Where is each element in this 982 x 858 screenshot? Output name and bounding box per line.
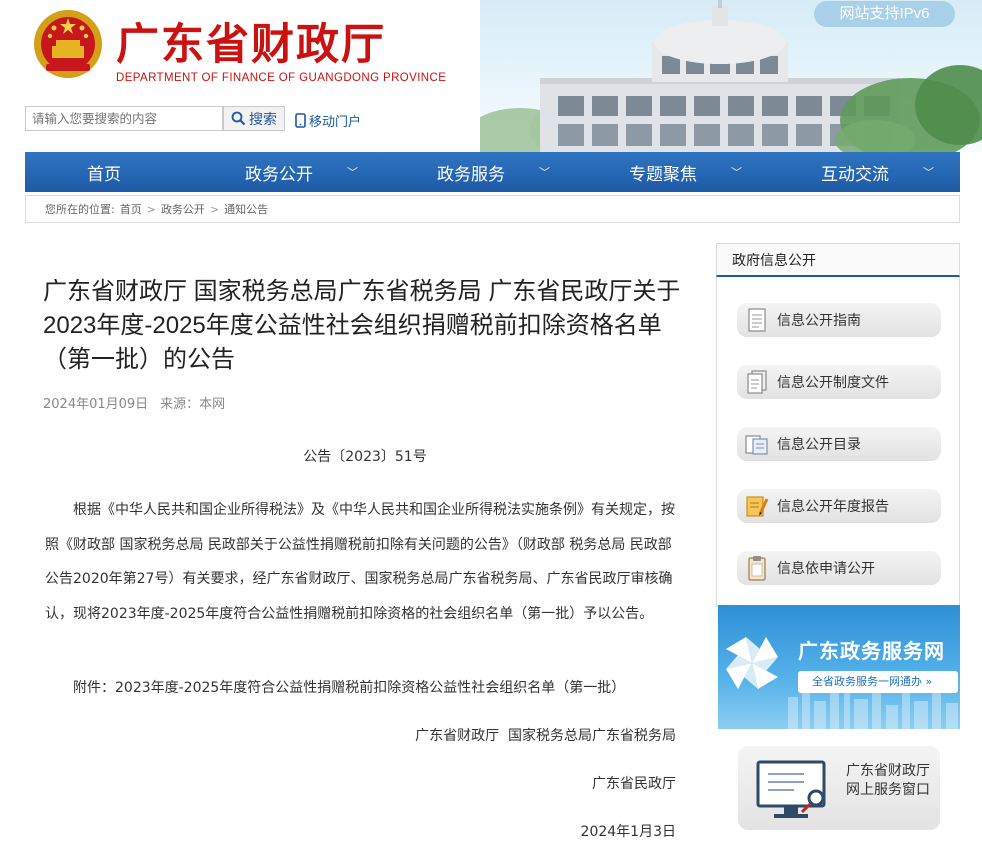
breadcrumb-separator: > xyxy=(146,202,156,216)
sidebar-heading: 政府信息公开 xyxy=(716,243,960,277)
clipboard-icon xyxy=(748,556,766,581)
sidebar-heading-label: 政府信息公开 xyxy=(732,252,816,269)
nav-item-gov-services[interactable]: 政务服务 ﹀ xyxy=(375,152,567,192)
search-input[interactable] xyxy=(25,106,223,131)
search-button[interactable]: 搜索 xyxy=(223,106,285,131)
gov-service-title: 广东政务服务网 xyxy=(798,639,945,663)
breadcrumb: 您所在的位置: 首页 > 政务公开 > 通知公告 xyxy=(25,195,960,223)
nav-item-home[interactable]: 首页 xyxy=(25,152,183,192)
nav-item-gov-affairs[interactable]: 政务公开 ﹀ xyxy=(183,152,375,192)
sidebar-item-policy-files[interactable]: 信息公开制度文件 xyxy=(737,365,941,399)
article-title: 广东省财政厅 国家税务总局广东省税务局 广东省民政厅关于2023年度-2025年… xyxy=(43,278,681,373)
signature-date: 2024年1月3日 xyxy=(580,824,676,840)
chevron-down-icon: ﹀ xyxy=(347,166,358,179)
mobile-portal-label: 移动门户 xyxy=(309,115,362,130)
breadcrumb-link-notices[interactable]: 通知公告 xyxy=(224,201,268,217)
nav-item-topics[interactable]: 专题聚焦 ﹀ xyxy=(567,152,759,192)
files-icon xyxy=(747,370,767,394)
site-title: 广东省财政厅 xyxy=(116,20,386,70)
document-icon xyxy=(748,308,766,332)
signature-civil-affairs: 广东省民政厅 xyxy=(592,776,676,792)
pinwheel-logo-icon xyxy=(726,637,778,689)
nav-item-interaction[interactable]: 互动交流 ﹀ xyxy=(759,152,960,192)
breadcrumb-link-home[interactable]: 首页 xyxy=(120,201,142,217)
online-service-window-banner[interactable]: 广东省财政厅网上服务窗口 xyxy=(738,746,940,830)
city-skyline-illustration xyxy=(726,637,958,729)
sidebar-item-guide[interactable]: 信息公开指南 xyxy=(737,303,941,337)
gd-gov-service-banner[interactable]: 广东政务服务网 全省政务服务一网通办 » xyxy=(718,605,960,729)
signature-issuers: 广东省财政厅 国家税务总局广东省税务局 xyxy=(415,728,676,744)
main-nav: 首页 政务公开 ﹀ 政务服务 ﹀ 专题聚焦 ﹀ 互动交流 ﹀ xyxy=(25,152,960,192)
nav-item-label: 互动交流 xyxy=(821,164,889,185)
article-body: 根据《中华人民共和国企业所得税法》及《中华人民共和国企业所得税法实施条例》有关规… xyxy=(45,502,675,622)
article-date: 2024年01月09日 xyxy=(43,397,149,412)
document-number: 公告〔2023〕51号 xyxy=(303,449,427,465)
attachment-link[interactable]: 附件：2023年度-2025年度符合公益性捐赠税前扣除资格公益性社会组织名单（第… xyxy=(45,677,677,697)
breadcrumb-link-gov-affairs[interactable]: 政务公开 xyxy=(161,201,205,217)
mobile-portal-link[interactable]: 移动门户 xyxy=(295,111,361,130)
ipv6-badge: 网站支持IPv6 xyxy=(814,1,955,27)
sidebar-links: 信息公开指南 信息公开制度文件 信息公开目录 信息公开年度报告 信息依申请公开 xyxy=(716,277,960,607)
sidebar-item-apply-disclosure[interactable]: 信息依申请公开 xyxy=(737,551,941,585)
national-emblem-icon xyxy=(34,10,102,78)
nav-item-label: 政务公开 xyxy=(245,164,313,185)
sidebar-item-label: 信息公开指南 xyxy=(777,313,861,329)
sidebar-item-label: 信息依申请公开 xyxy=(777,561,875,577)
online-service-window-text: 广东省财政厅网上服务窗口 xyxy=(846,763,930,798)
sidebar-item-annual-report[interactable]: 信息公开年度报告 xyxy=(737,489,941,523)
folder-icon xyxy=(745,435,768,455)
monitor-icon xyxy=(756,760,826,818)
article-container: 广东省财政厅 国家税务总局广东省税务局 广东省民政厅关于2023年度-2025年… xyxy=(25,243,705,858)
chevron-down-icon: ﹀ xyxy=(923,166,934,179)
site-header: 广东省财政厅 DEPARTMENT OF FINANCE OF GUANGDON… xyxy=(0,0,982,152)
article-meta: 2024年01月09日 来源：本网 xyxy=(43,393,225,412)
article-source: 来源：本网 xyxy=(160,397,226,412)
nav-item-label: 政务服务 xyxy=(437,164,505,185)
search-icon xyxy=(231,111,246,126)
breadcrumb-separator: > xyxy=(209,202,220,216)
breadcrumb-prefix: 您所在的位置: xyxy=(45,203,115,216)
chevron-down-icon: ﹀ xyxy=(539,166,550,179)
chevron-down-icon: ﹀ xyxy=(731,166,742,179)
sidebar-item-label: 信息公开目录 xyxy=(777,437,861,453)
nav-item-label: 专题聚焦 xyxy=(629,164,697,185)
sidebar-item-label: 信息公开年度报告 xyxy=(777,499,889,515)
gov-service-subtitle: 全省政务服务一网通办 » xyxy=(798,671,958,693)
mobile-phone-icon xyxy=(295,113,306,128)
search-button-label: 搜索 xyxy=(249,111,277,128)
site-subtitle: DEPARTMENT OF FINANCE OF GUANGDONG PROVI… xyxy=(116,72,447,84)
report-icon xyxy=(746,496,769,517)
sidebar: 政府信息公开 信息公开指南 信息公开制度文件 信息公开目录 信息公开年度报告 信… xyxy=(716,243,960,858)
sidebar-item-label: 信息公开制度文件 xyxy=(777,375,889,391)
nav-item-label: 首页 xyxy=(87,164,121,185)
sidebar-item-catalog[interactable]: 信息公开目录 xyxy=(737,427,941,461)
